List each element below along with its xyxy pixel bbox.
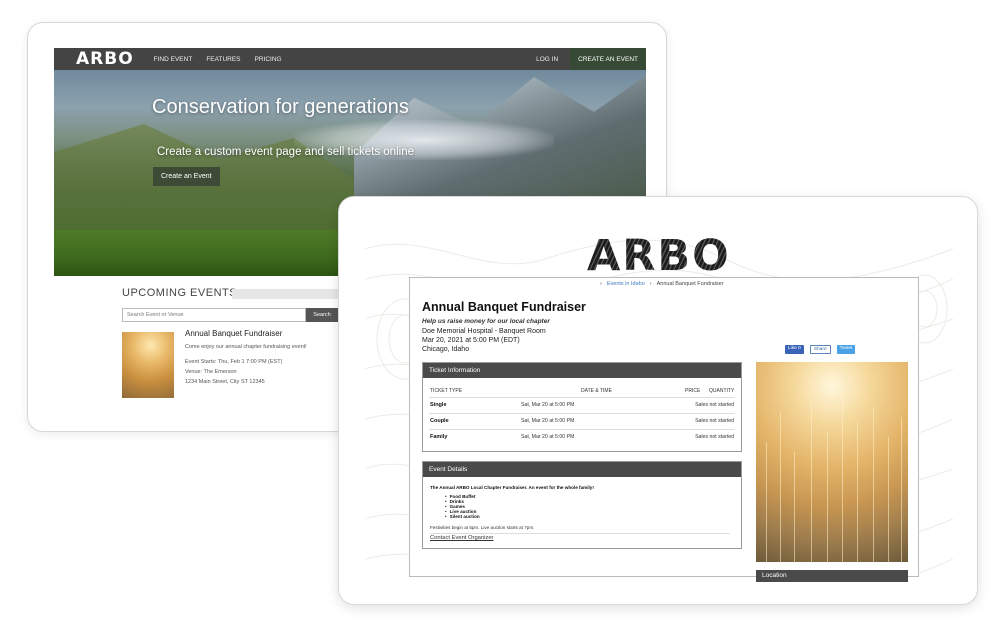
location-heading: Location	[756, 570, 908, 582]
contact-organizer-link[interactable]: Contact Event Organizer	[430, 533, 730, 541]
nav-find-event[interactable]: FIND EVENT	[154, 56, 193, 63]
create-event-nav-button[interactable]: CREATE AN EVENT	[570, 48, 646, 70]
arbo-logo[interactable]: ARBO	[76, 49, 134, 69]
ticket-type: Single	[430, 402, 447, 408]
ticket-date: Sat, Mar 20 at 5:00 PM	[521, 402, 575, 408]
ticket-type: Couple	[430, 418, 449, 424]
nav-features[interactable]: FEATURES	[206, 56, 240, 63]
col-ticket-type: TICKET TYPE	[430, 388, 463, 394]
ticket-row: Single Sat, Mar 20 at 5:00 PM Sales not …	[429, 397, 735, 413]
event-start-time: Event Starts: Thu, Feb 1 7:00 PM (EST)	[185, 359, 283, 365]
event-venue: Venue: The Emerson	[185, 369, 237, 375]
event-details-note: Festivities begin at 5pm. Live auction s…	[430, 525, 535, 530]
event-city: Chicago, Idaho	[422, 346, 470, 353]
chevron-right-icon: ›	[600, 281, 602, 287]
twitter-tweet-button[interactable]: Tweet	[836, 345, 856, 354]
event-search-input[interactable]: Search Event or Venue	[122, 308, 306, 322]
ticket-row: Couple Sat, Mar 20 at 5:00 PM Sales not …	[429, 413, 735, 429]
event-details-heading: Event Details	[423, 462, 741, 477]
hero-title: Conservation for generations	[152, 96, 409, 118]
ticket-date: Sat, Mar 20 at 5:00 PM	[521, 434, 575, 440]
event-description: Come enjoy our annual chapter fundraisin…	[185, 344, 307, 350]
heading-divider-bar	[232, 289, 344, 299]
ticket-info-panel: Ticket Information TICKET TYPE DATE & TI…	[422, 362, 742, 452]
event-page-card: › Events in Idaho › Annual Banquet Fundr…	[409, 277, 919, 582]
ticket-status: Sales not started	[695, 434, 734, 440]
nav-pricing[interactable]: PRICING	[255, 56, 282, 63]
hero-subtitle: Create a custom event page and sell tick…	[157, 146, 414, 158]
breadcrumb-link[interactable]: Events in Idaho	[607, 281, 645, 287]
facebook-like-button[interactable]: Like 0	[785, 345, 804, 354]
event-title-link[interactable]: Annual Banquet Fundraiser	[185, 329, 282, 338]
social-share-buttons: Like 0 Share Tweet	[785, 345, 856, 354]
ticket-row: Family Sat, Mar 20 at 5:00 PM Sales not …	[429, 429, 735, 445]
ticket-type: Family	[430, 434, 448, 440]
event-details-list: Food Buffet Drinks Games Live auction Si…	[445, 494, 480, 519]
front-browser-screen: ARBO › Events in Idaho › Annual Banquet …	[338, 196, 978, 605]
event-details-panel: Event Details The Annual ARBO Local Chap…	[422, 461, 742, 549]
search-button[interactable]: Search	[306, 308, 338, 322]
list-item: Silent auction	[445, 514, 480, 519]
page-title: Annual Banquet Fundraiser	[422, 300, 586, 314]
col-date-time: DATE & TIME	[581, 388, 612, 394]
col-price: PRICE	[685, 388, 701, 394]
ticket-date: Sat, Mar 20 at 5:00 PM	[521, 418, 575, 424]
arbo-logo-large: ARBO	[587, 231, 731, 281]
event-tagline: Help us raise money for our local chapte…	[422, 318, 550, 325]
linkedin-share-button[interactable]: Share	[809, 345, 831, 354]
breadcrumb: › Events in Idaho › Annual Banquet Fundr…	[600, 281, 724, 287]
ticket-status: Sales not started	[695, 402, 734, 408]
chevron-right-icon: ›	[649, 281, 652, 287]
upcoming-events-heading: UPCOMING EVENTS	[122, 287, 238, 299]
event-details-intro: The Annual ARBO Local Chapter Fundraiser…	[430, 485, 594, 490]
event-thumbnail[interactable]	[122, 332, 174, 398]
event-address: 1234 Main Street, City ST 12345	[185, 379, 265, 385]
ticket-info-heading: Ticket Information	[423, 363, 741, 378]
create-event-button[interactable]: Create an Event	[153, 167, 220, 186]
event-datetime: Mar 20, 2021 at 5:00 PM (EDT)	[422, 337, 520, 344]
col-quantity: QUANTITY	[709, 388, 735, 394]
breadcrumb-current: Annual Banquet Fundraiser	[656, 281, 724, 287]
ticket-status: Sales not started	[695, 418, 734, 424]
event-photo	[756, 362, 908, 562]
event-venue: Doe Memorial Hospital - Banquet Room	[422, 328, 546, 335]
top-navigation-bar: ARBO FIND EVENT FEATURES PRICING LOG IN …	[54, 48, 646, 70]
login-link[interactable]: LOG IN	[536, 56, 558, 63]
